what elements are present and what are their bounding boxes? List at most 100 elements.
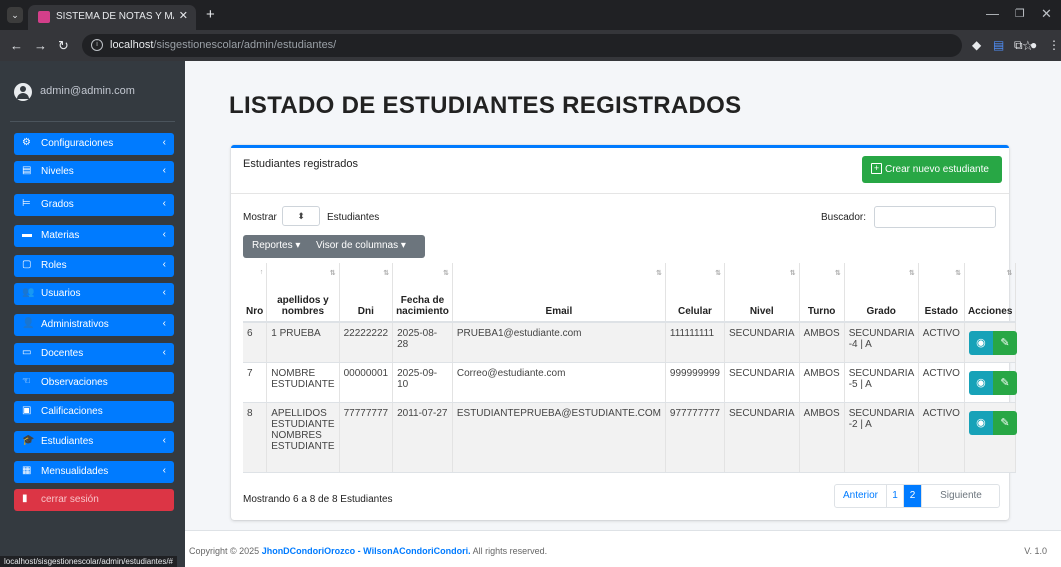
col-header-label: Celular bbox=[678, 306, 712, 317]
col-header-fecha[interactable]: ⇅ Fecha de nacimiento bbox=[392, 263, 453, 323]
sort-icon: ⇅ bbox=[715, 270, 721, 277]
col-header-nivel[interactable]: ⇅ Nivel bbox=[724, 263, 800, 323]
pagination-page[interactable]: 1 bbox=[887, 485, 904, 507]
cell-dni: 77777777 bbox=[339, 402, 394, 473]
cell-turno: AMBOS bbox=[799, 322, 845, 363]
sidebar-item-observaciones[interactable]: ☜ Observaciones bbox=[14, 372, 174, 394]
col-header-nro[interactable]: ↑ Nro bbox=[243, 263, 268, 323]
back-icon[interactable]: ← bbox=[10, 38, 23, 53]
sort-icon: ⇅ bbox=[955, 270, 961, 277]
col-header-email[interactable]: ⇅ Email bbox=[452, 263, 666, 323]
sidebar-item-docentes[interactable]: ▭ Docentes ‹ bbox=[14, 343, 174, 365]
user-name: admin@admin.com bbox=[40, 85, 135, 97]
edit-student-pencil-icon[interactable]: ✎ bbox=[992, 410, 1017, 435]
cell-nro: 7 bbox=[243, 362, 268, 403]
list-icon: ▤ bbox=[22, 165, 32, 176]
forward-icon[interactable]: → bbox=[34, 38, 47, 53]
chevron-left-icon: ‹ bbox=[162, 198, 166, 209]
user-panel[interactable]: admin@admin.com bbox=[14, 83, 184, 103]
browser-menu-icon[interactable]: ⋮ bbox=[1048, 38, 1060, 52]
tab-close-icon[interactable]: ✕ bbox=[179, 9, 188, 22]
sidebar-item-usuarios[interactable]: 👥 Usuarios ‹ bbox=[14, 283, 174, 305]
cell-dni: 22222222 bbox=[339, 322, 394, 363]
col-header-acciones[interactable]: ⇅ Acciones bbox=[964, 263, 1017, 323]
profile-icon[interactable]: ● bbox=[1030, 38, 1037, 52]
sidebar-item-mensualidades[interactable]: ▦ Mensualidades ‹ bbox=[14, 461, 174, 483]
cell-estado: ACTIVO bbox=[918, 322, 965, 363]
window-close-icon[interactable]: ✕ bbox=[1041, 6, 1052, 22]
view-student-eye-icon[interactable]: ◉ bbox=[968, 331, 993, 355]
table-row: 7 NOMBRE ESTUDIANTE 00000001 2025-09-10 … bbox=[243, 362, 1017, 403]
teacher-board-icon: ▭ bbox=[22, 347, 32, 358]
copyright-text: Copyright © 2025 bbox=[189, 546, 260, 556]
url-host: localhost bbox=[110, 39, 154, 51]
view-student-eye-icon[interactable]: ◉ bbox=[968, 410, 993, 435]
col-header-nombres[interactable]: ⇅ apellidos y nombres bbox=[266, 263, 340, 323]
sidebar-item-calificaciones[interactable]: ▣ Calificaciones bbox=[14, 401, 174, 423]
col-header-turno[interactable]: ⇅ Turno bbox=[799, 263, 845, 323]
logout-button[interactable]: ▮ cerrar sesión bbox=[14, 489, 174, 511]
chevron-left-icon: ‹ bbox=[162, 165, 166, 176]
col-header-celular[interactable]: ⇅ Celular bbox=[665, 263, 725, 323]
extension-icon[interactable]: ◆ bbox=[972, 38, 981, 52]
edit-student-pencil-icon[interactable]: ✎ bbox=[992, 370, 1017, 395]
browser-tab[interactable]: SISTEMA DE NOTAS Y MATRICU ✕ bbox=[28, 5, 196, 30]
sidebar-item-niveles[interactable]: ▤ Niveles ‹ bbox=[14, 161, 174, 183]
cell-fecha: 2011-07-27 bbox=[392, 402, 453, 473]
col-header-label: Acciones bbox=[967, 306, 1013, 317]
cell-nivel: SECUNDARIA bbox=[724, 362, 800, 403]
edit-student-pencil-icon[interactable]: ✎ bbox=[992, 331, 1017, 355]
cell-nombre: APELLIDOS ESTUDIANTE NOMBRES ESTUDIANTE bbox=[266, 402, 340, 473]
cell-dni: 00000001 bbox=[339, 362, 394, 403]
page-length-select[interactable]: ⬍ bbox=[282, 206, 320, 226]
restore-icon[interactable]: ❐ bbox=[1015, 7, 1025, 20]
pagination-page-active[interactable]: 2 bbox=[904, 485, 922, 507]
cell-acciones: ◉ ✎ bbox=[964, 402, 1017, 473]
authors-link[interactable]: JhonDCondoriOrozco - WilsonACondoriCondo… bbox=[262, 546, 471, 556]
extensions-puzzle-icon[interactable]: ⧉ bbox=[1014, 38, 1023, 53]
col-header-label: Grado bbox=[866, 306, 896, 317]
col-header-grado[interactable]: ⇅ Grado bbox=[844, 263, 919, 323]
cell-nro: 6 bbox=[243, 322, 268, 363]
version: V. 1.0 bbox=[1024, 546, 1047, 556]
minimize-icon[interactable]: — bbox=[986, 6, 999, 21]
create-student-button[interactable]: + Crear nuevo estudiante bbox=[862, 156, 1002, 183]
sidebar-item-roles[interactable]: ▢ Roles ‹ bbox=[14, 255, 174, 277]
col-header-estado[interactable]: ⇅ Estado bbox=[918, 263, 965, 323]
reports-label: Reportes bbox=[252, 240, 293, 251]
sidebar: admin@admin.com ⚙ Configuraciones ‹ ▤ Ni… bbox=[0, 61, 185, 567]
sidebar-item-configuraciones[interactable]: ⚙ Configuraciones ‹ bbox=[14, 133, 174, 155]
search-input[interactable] bbox=[874, 206, 996, 228]
grade-icon: ⊨ bbox=[22, 198, 31, 209]
new-tab-icon[interactable]: + bbox=[206, 6, 215, 23]
col-header-dni[interactable]: ⇅ Dni bbox=[339, 263, 394, 323]
pagination-next[interactable]: Siguiente bbox=[922, 485, 1000, 507]
view-student-eye-icon[interactable]: ◉ bbox=[968, 370, 993, 395]
tab-favicon-icon bbox=[38, 11, 50, 23]
cell-fecha: 2025-08-28 bbox=[392, 322, 453, 363]
sidebar-item-grados[interactable]: ⊨ Grados ‹ bbox=[14, 194, 174, 216]
reports-button[interactable]: Reportes ▾ bbox=[252, 240, 300, 251]
chevron-left-icon: ‹ bbox=[162, 465, 166, 476]
url-field[interactable]: i localhost/sisgestionescolar/admin/estu… bbox=[82, 34, 1034, 57]
column-visibility-button[interactable]: Visor de columnas ▾ bbox=[316, 240, 406, 251]
sidebar-item-label: Niveles bbox=[41, 166, 74, 177]
chevron-left-icon: ‹ bbox=[162, 347, 166, 358]
sort-icon: ⇅ bbox=[789, 270, 796, 277]
sidebar-item-estudiantes[interactable]: 🎓 Estudiantes ‹ bbox=[14, 431, 174, 453]
col-header-label: Dni bbox=[357, 306, 374, 317]
sidebar-item-materias[interactable]: ▬ Materias ‹ bbox=[14, 225, 174, 247]
select-arrows-icon: ⬍ bbox=[297, 211, 305, 221]
reload-icon[interactable]: ↻ bbox=[58, 38, 69, 54]
show-suffix-label: Estudiantes bbox=[327, 212, 380, 223]
users-icon: 👥 bbox=[22, 287, 35, 298]
chevron-left-icon: ‹ bbox=[162, 287, 166, 298]
sidebar-item-administrativos[interactable]: 👤 Administrativos ‹ bbox=[14, 314, 174, 336]
tab-search-icon[interactable]: ⌄ bbox=[7, 7, 23, 23]
site-info-icon[interactable]: i bbox=[91, 39, 103, 51]
pagination-prev[interactable]: Anterior bbox=[835, 485, 887, 507]
extension-reader-icon[interactable]: ▤ bbox=[993, 38, 1004, 52]
url-text: localhost/sisgestionescolar/admin/estudi… bbox=[110, 39, 336, 51]
sidebar-item-label: Grados bbox=[41, 199, 74, 210]
sidebar-divider bbox=[10, 121, 175, 122]
